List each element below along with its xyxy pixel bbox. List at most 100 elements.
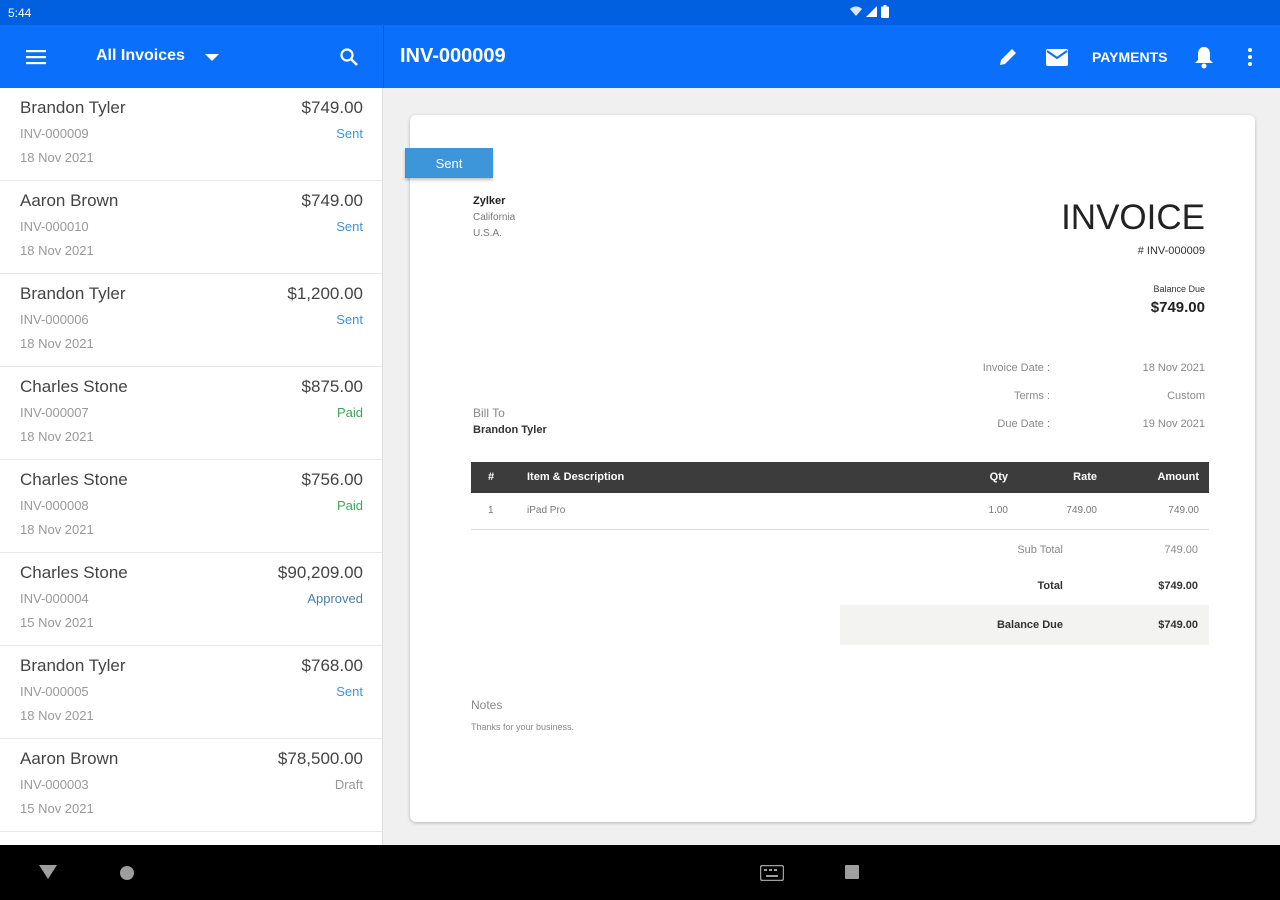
customer-name: Brandon Tyler [20, 98, 126, 117]
payments-button[interactable]: PAYMENTS [1092, 49, 1167, 65]
status-time: 5:44 [8, 6, 32, 20]
customer-name: Brandon Tyler [20, 656, 126, 675]
sub-total-value: 749.00 [1164, 544, 1198, 556]
search-icon [340, 48, 358, 66]
items-table-row: 1 iPad Pro 1.00 749.00 749.00 [471, 496, 1209, 530]
system-navigation-bar [0, 845, 1280, 900]
invoice-date: 18 Nov 2021 [20, 522, 94, 537]
invoice-title: INV-000009 [400, 45, 506, 67]
home-button[interactable] [119, 865, 135, 886]
bill-to-label: Bill To [473, 406, 505, 420]
terms-value: Custom [1167, 390, 1205, 402]
back-button[interactable] [38, 864, 58, 885]
recents-button[interactable] [844, 864, 860, 885]
invoice-date: 15 Nov 2021 [20, 615, 94, 630]
status-label: Sent [336, 126, 363, 141]
customer-name: Charles Stone [20, 563, 128, 582]
invoice-list-item[interactable]: Brandon Tyler $768.00 INV-000005 Sent 18… [0, 646, 382, 739]
customer-name: Charles Stone [20, 470, 128, 489]
invoice-date: 18 Nov 2021 [20, 336, 94, 351]
invoice-date: 18 Nov 2021 [20, 243, 94, 258]
customer-name: Aaron Brown [20, 749, 119, 768]
status-label: Draft [334, 777, 363, 792]
status-label: Sent [336, 312, 363, 327]
envelope-icon [1046, 48, 1068, 66]
battery-icon [881, 5, 889, 18]
customer-name: Charles Stone [20, 377, 128, 396]
items-table-header: # Item & Description Qty Rate Amount [471, 462, 1209, 493]
bell-icon [1195, 47, 1213, 69]
due-date-value: 19 Nov 2021 [1142, 418, 1205, 430]
invoice-number: INV-000007 [20, 405, 89, 420]
status-label: Approved [307, 591, 363, 606]
notes-text: Thanks for your business. [471, 722, 575, 732]
invoice-list-item[interactable]: Brandon Tyler $1,200.00 INV-000006 Sent … [0, 274, 382, 367]
invoice-date-value: 18 Nov 2021 [1142, 362, 1205, 374]
overflow-menu-button[interactable] [1242, 45, 1258, 69]
terms-label: Terms : [1013, 390, 1050, 402]
status-label: Paid [336, 405, 363, 420]
item-amount: 749.00 [1168, 505, 1199, 516]
invoice-amount: $78,500.00 [277, 749, 363, 768]
invoice-amount: $768.00 [301, 656, 363, 675]
email-button[interactable] [1044, 45, 1070, 69]
customer-name: Brandon Tyler [20, 284, 126, 303]
status-ribbon: Sent [405, 148, 493, 178]
invoice-filter-dropdown[interactable]: All Invoices [96, 47, 219, 65]
invoice-list-item[interactable]: Charles Stone $90,209.00 INV-000004 Appr… [0, 553, 382, 646]
invoice-number: INV-000010 [20, 219, 89, 234]
col-rate: Rate [1073, 471, 1097, 483]
notes-label: Notes [471, 698, 503, 712]
invoice-heading: INVOICE [1061, 198, 1205, 237]
wifi-icon [850, 6, 862, 16]
bill-to-name: Brandon Tyler [473, 424, 547, 436]
app-bar: All Invoices INV-000009 PAYMENTS [0, 25, 1280, 88]
invoice-amount: $875.00 [301, 377, 363, 396]
invoice-amount: $756.00 [301, 470, 363, 489]
signal-icon [866, 6, 877, 17]
back-triangle-icon [39, 865, 57, 879]
invoice-list: Brandon Tyler $749.00 INV-000009 Sent 18… [0, 88, 383, 845]
hamburger-menu-icon [26, 50, 46, 65]
invoice-amount: $749.00 [301, 98, 363, 117]
organization-name: Zylker [473, 195, 506, 207]
balance-due-row-value: $749.00 [1158, 619, 1198, 631]
invoice-number: INV-000003 [20, 777, 89, 792]
customer-name: Aaron Brown [20, 191, 119, 210]
status-label: Sent [336, 684, 363, 699]
more-vertical-icon [1248, 48, 1252, 66]
invoice-date: 18 Nov 2021 [20, 150, 94, 165]
notifications-button[interactable] [1192, 43, 1216, 71]
item-index: 1 [488, 505, 494, 516]
keyboard-button[interactable] [759, 864, 785, 886]
system-icons [850, 5, 889, 18]
caret-down-icon [204, 54, 219, 61]
invoice-doc-number: # INV-000009 [1137, 245, 1205, 257]
total-label: Total [1037, 580, 1063, 592]
edit-button[interactable] [996, 45, 1020, 69]
invoice-number: INV-000006 [20, 312, 89, 327]
invoice-amount: $1,200.00 [287, 284, 363, 303]
invoice-list-item[interactable]: Aaron Brown $749.00 INV-000010 Sent 18 N… [0, 181, 382, 274]
recents-square-icon [845, 865, 859, 879]
col-amount: Amount [1157, 471, 1199, 483]
item-rate: 749.00 [1066, 505, 1097, 516]
invoice-number: INV-000004 [20, 591, 89, 606]
invoice-list-item[interactable]: Charles Stone $875.00 INV-000007 Paid 18… [0, 367, 382, 460]
keyboard-icon [759, 864, 785, 882]
status-label: Paid [336, 498, 363, 513]
due-date-label: Due Date : [997, 418, 1050, 430]
invoice-number: INV-000009 [20, 126, 89, 141]
invoice-list-item[interactable]: Brandon Tyler $749.00 INV-000009 Sent 18… [0, 88, 382, 181]
pencil-icon [1000, 49, 1016, 65]
col-qty: Qty [989, 471, 1008, 483]
pane-divider [383, 25, 384, 88]
organization-state: California [473, 212, 516, 223]
item-description: iPad Pro [527, 505, 566, 516]
search-button[interactable] [337, 45, 361, 69]
status-bar: 5:44 [0, 0, 1280, 25]
invoice-amount: $749.00 [301, 191, 363, 210]
menu-button[interactable] [24, 45, 48, 69]
invoice-list-item[interactable]: Aaron Brown $78,500.00 INV-000003 Draft … [0, 739, 382, 832]
invoice-list-item[interactable]: Charles Stone $756.00 INV-000008 Paid 18… [0, 460, 382, 553]
